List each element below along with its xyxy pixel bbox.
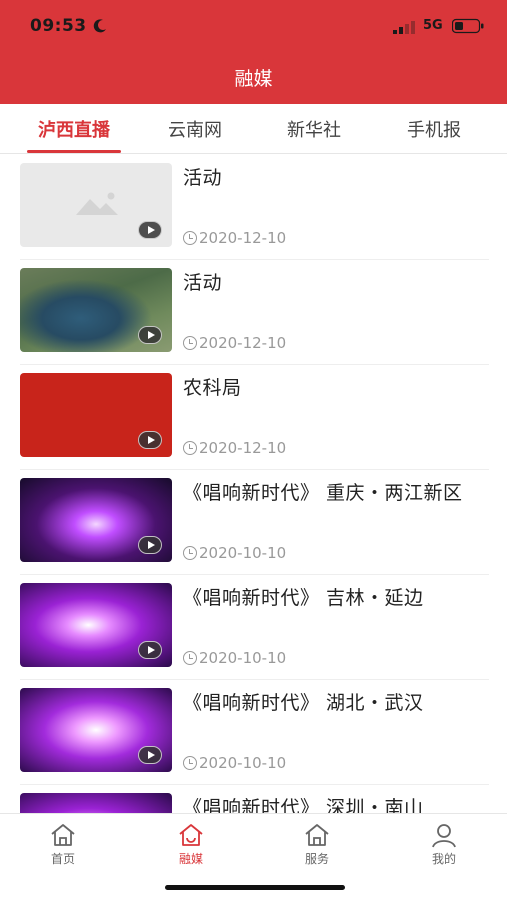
play-icon[interactable]	[138, 641, 162, 659]
item-title: 《唱响新时代》 湖北・武汉	[183, 692, 424, 714]
nav-label: 首页	[50, 852, 75, 866]
video-thumbnail[interactable]	[20, 583, 172, 667]
tab-mobile-news[interactable]: 手机报	[379, 116, 489, 142]
nav-home[interactable]: 首页	[23, 822, 103, 867]
clock-icon	[183, 651, 197, 665]
active-tab-indicator	[27, 150, 121, 153]
status-bar: 09:53 5G	[0, 0, 507, 52]
play-icon[interactable]	[138, 536, 162, 554]
service-icon	[305, 824, 329, 846]
date-text: 2020-10-10	[199, 754, 287, 772]
page-title: 融媒	[234, 68, 273, 90]
tab-luxi-live[interactable]: 泸西直播	[19, 116, 129, 142]
item-date: 2020-12-10	[183, 334, 286, 352]
clock-icon	[183, 231, 197, 245]
nav-label: 融媒	[178, 852, 203, 866]
item-title: 农科局	[183, 377, 242, 399]
play-icon[interactable]	[138, 221, 162, 239]
date-text: 2020-10-10	[199, 544, 287, 562]
list-item[interactable]: 农科局 2020-12-10	[20, 365, 489, 470]
date-text: 2020-12-10	[199, 229, 287, 247]
item-date: 2020-10-10	[183, 754, 286, 772]
item-date: 2020-10-10	[183, 649, 286, 667]
list-item[interactable]: 《唱响新时代》 重庆・两江新区 2020-10-10	[20, 470, 489, 575]
list-item[interactable]: 《唱响新时代》 深圳・南山	[20, 785, 489, 813]
profile-icon	[432, 824, 456, 848]
item-date: 2020-12-10	[183, 229, 286, 247]
list-item[interactable]: 《唱响新时代》 湖北・武汉 2020-10-10	[20, 680, 489, 785]
play-icon[interactable]	[138, 431, 162, 449]
item-date: 2020-10-10	[183, 544, 286, 562]
clock-icon	[183, 756, 197, 770]
tab-xinhua[interactable]: 新华社	[259, 116, 369, 142]
moon-icon	[93, 19, 106, 33]
item-title: 《唱响新时代》 深圳・南山	[183, 797, 424, 813]
nav-service[interactable]: 服务	[277, 822, 357, 867]
video-thumbnail[interactable]	[20, 163, 172, 247]
video-thumbnail[interactable]	[20, 268, 172, 352]
media-icon	[179, 824, 203, 846]
nav-profile[interactable]: 我的	[404, 822, 484, 867]
battery-icon	[452, 18, 484, 34]
app-header: 09:53 5G 融媒	[0, 0, 507, 104]
item-title: 《唱响新时代》 重庆・两江新区	[183, 482, 463, 504]
date-text: 2020-12-10	[199, 334, 287, 352]
home-icon	[51, 824, 75, 846]
home-indicator[interactable]	[165, 885, 345, 890]
item-title: 《唱响新时代》 吉林・延边	[183, 587, 424, 609]
date-text: 2020-10-10	[199, 649, 287, 667]
video-thumbnail[interactable]	[20, 793, 172, 813]
list-item[interactable]: 活动 2020-12-10	[20, 260, 489, 365]
clock-icon	[183, 546, 197, 560]
nav-media[interactable]: 融媒	[151, 822, 231, 867]
video-thumbnail[interactable]	[20, 688, 172, 772]
list-item[interactable]: 活动 2020-12-10	[20, 155, 489, 260]
clock-icon	[183, 336, 197, 350]
nav-label: 我的	[431, 852, 456, 866]
video-thumbnail[interactable]	[20, 478, 172, 562]
list-item[interactable]: 《唱响新时代》 吉林・延边 2020-10-10	[20, 575, 489, 680]
status-time: 09:53	[30, 16, 87, 36]
tab-yunnan-net[interactable]: 云南网	[140, 116, 250, 142]
video-list: 活动 2020-12-10 活动 2020-12-10 农科局 2020-12-…	[0, 155, 507, 813]
channel-tabs: 泸西直播 云南网 新华社 手机报	[0, 104, 507, 154]
item-title: 活动	[183, 272, 223, 294]
video-thumbnail[interactable]	[20, 373, 172, 457]
signal-icon	[393, 21, 415, 34]
play-icon[interactable]	[138, 746, 162, 764]
item-date: 2020-12-10	[183, 439, 286, 457]
network-type: 5G	[423, 18, 443, 33]
date-text: 2020-12-10	[199, 439, 287, 457]
clock-icon	[183, 441, 197, 455]
item-title: 活动	[183, 167, 223, 189]
play-icon[interactable]	[138, 326, 162, 344]
nav-label: 服务	[304, 852, 329, 866]
